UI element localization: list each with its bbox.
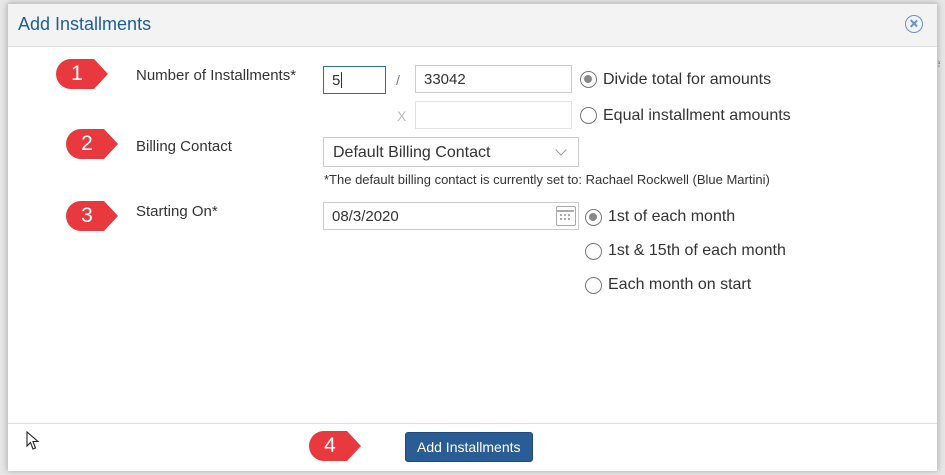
step-number-2: 2 [81,132,93,155]
first-of-month-label: 1st of each month [608,208,736,225]
first-fifteenth-label: 1st & 15th of each month [608,242,786,259]
add-installments-button[interactable]: Add Installments [405,432,533,462]
step-number-1: 1 [71,62,83,85]
dialog-body: 1 Number of Installments* 5 / 33042 Divi… [8,47,937,423]
billing-contact-label: Billing Contact [136,138,232,155]
starting-on-label: Starting On* [136,203,218,220]
billing-contact-hint: *The default billing contact is currentl… [324,172,770,187]
billing-contact-select[interactable]: Default Billing Contact [323,137,579,167]
installment-amount-input[interactable] [415,101,572,129]
step-number-3: 3 [81,204,93,227]
billing-contact-selected: Default Billing Contact [333,144,491,161]
add-installments-dialog: Add Installments 1 Number of Installment… [7,3,938,471]
first-fifteenth-radio[interactable] [585,243,602,260]
calendar-icon[interactable] [556,206,576,226]
start-date-input[interactable]: 08/3/2020 [323,202,579,230]
installment-count-input[interactable]: 5 [323,66,386,94]
installments-label: Number of Installments* [136,67,297,84]
close-icon[interactable] [905,15,923,33]
step-badge-4: 4 [307,429,363,463]
equal-amounts-label: Equal installment amounts [603,107,791,124]
step-number-4: 4 [324,434,336,457]
total-amount-input[interactable]: 33042 [415,65,572,93]
start-date-value: 08/3/2020 [332,208,399,225]
dialog-footer: 4 Add Installments [8,423,937,471]
divide-symbol: / [396,72,400,88]
step-badge-3: 3 [64,199,120,233]
multiply-symbol: X [397,108,407,124]
step-badge-2: 2 [64,127,120,161]
first-of-month-radio[interactable] [585,209,602,226]
chevron-down-icon [555,144,567,156]
divide-total-label: Divide total for amounts [603,71,772,88]
start-date-month-radio[interactable] [585,277,602,294]
mouse-cursor-icon [26,431,40,450]
dialog-header: Add Installments [8,4,937,47]
text-caret [341,72,343,88]
start-date-month-label: Each month on start [608,276,752,293]
step-badge-1: 1 [54,57,110,91]
dialog-title: Add Installments [18,14,152,34]
divide-total-radio[interactable] [580,71,597,88]
equal-amounts-radio[interactable] [580,107,597,124]
installment-count-value: 5 [332,72,341,89]
